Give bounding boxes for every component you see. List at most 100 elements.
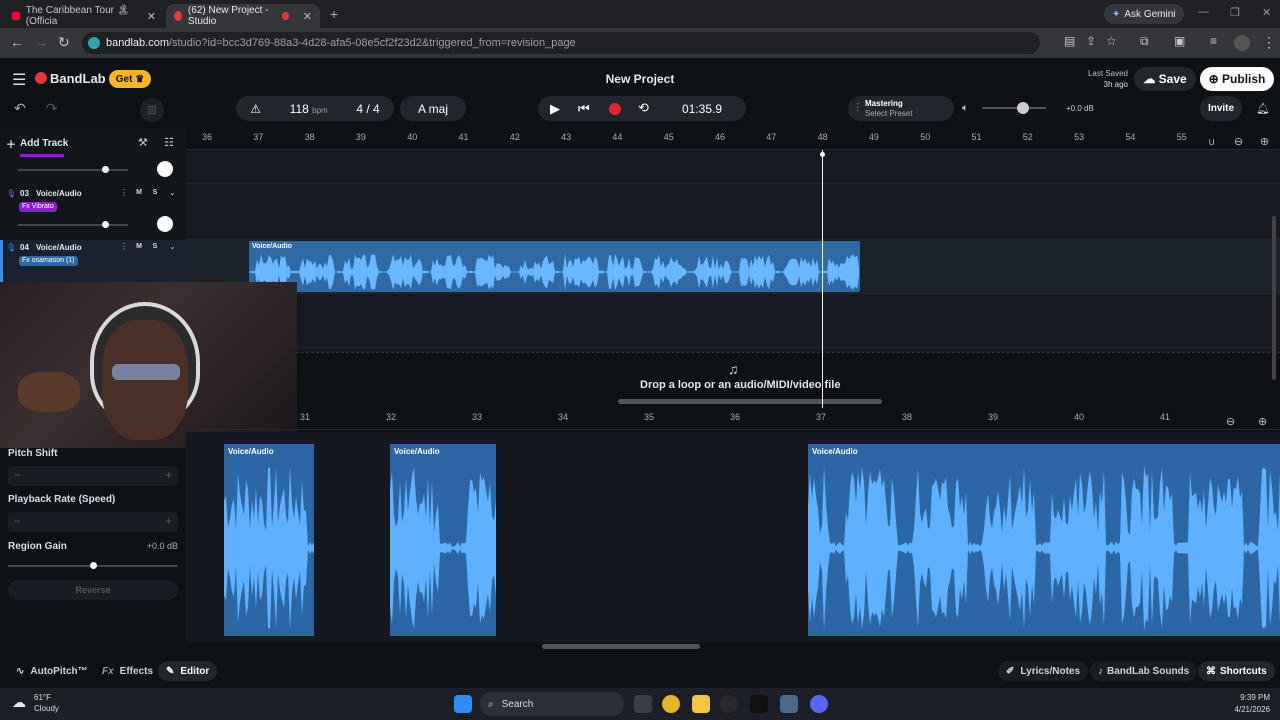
reverse-button[interactable]: Reverse [8, 580, 178, 600]
minimize-icon[interactable]: — [1198, 6, 1209, 18]
fx-tag[interactable]: Fx osamason (1) [19, 256, 78, 266]
menu-icon[interactable]: ⋮ [1262, 34, 1276, 51]
bandlab-sounds-button[interactable]: ♪ BandLab Sounds [1090, 661, 1198, 681]
bell-icon[interactable]: 🔔︎ [1256, 102, 1270, 115]
mastering-chip[interactable]: ⫶ Mastering Select Preset [848, 96, 954, 121]
playback-rate-stepper[interactable]: − + [8, 512, 178, 532]
discord-icon[interactable] [810, 695, 828, 713]
track-name[interactable]: Voice/Audio [36, 243, 82, 252]
track-lane[interactable] [186, 150, 1280, 184]
url-field[interactable]: bandlab.com/studio?id=bcc3d769-88a3-4d28… [82, 32, 1040, 54]
zoom-out-icon[interactable]: ⊖ [1234, 135, 1243, 148]
editor-scrollbar[interactable] [542, 644, 700, 649]
ask-gemini-button[interactable]: ✦ Ask Gemini [1104, 4, 1184, 24]
bookmark-star-icon[interactable]: ☆ [1106, 34, 1117, 48]
arrangement-area[interactable]: Voice/Audio ♫ Drop a loop or an audio/MI… [186, 150, 1280, 408]
back-icon[interactable]: ← [10, 34, 24, 50]
pan-knob[interactable] [157, 161, 173, 177]
invite-button[interactable]: Invite [1200, 96, 1242, 121]
region-gain-thumb[interactable] [90, 562, 97, 569]
shortcuts-button[interactable]: ⌘ Shortcuts [1198, 661, 1275, 681]
drop-zone[interactable]: ♫ Drop a loop or an audio/MIDI/video fil… [186, 352, 1280, 408]
taskbar-search[interactable]: ⌕ Search [480, 692, 624, 716]
pan-knob[interactable] [157, 216, 173, 232]
app-icon[interactable] [720, 695, 738, 713]
share-icon[interactable]: ⇪ [1086, 34, 1096, 48]
track-lane[interactable] [186, 184, 1280, 240]
undo-icon[interactable]: ↶ [14, 100, 26, 117]
track-name[interactable]: Voice/Audio [36, 189, 82, 198]
master-volume-slider[interactable] [982, 107, 1046, 109]
solo-button[interactable]: S [149, 241, 161, 253]
chrome-icon[interactable] [662, 695, 680, 713]
pitch-shift-stepper[interactable]: − + [8, 466, 178, 486]
chevron-down-icon[interactable]: ⌄ [169, 242, 176, 251]
volume-slider[interactable] [18, 224, 128, 226]
editor-tab[interactable]: ✎ Editor [158, 661, 218, 681]
key-chip[interactable]: A maj [400, 96, 466, 121]
close-icon[interactable]: ✕ [147, 10, 156, 23]
more-icon[interactable]: ⋮ [120, 188, 128, 197]
maximize-icon[interactable]: ❐ [1230, 6, 1240, 19]
piano-icon[interactable]: ▥ [140, 98, 164, 122]
save-button[interactable]: ☁ Save [1134, 67, 1196, 91]
increment-button[interactable]: + [165, 468, 172, 482]
browser-tab-active[interactable]: (62) New Project - Studio ✕ [166, 4, 320, 28]
effects-tab[interactable]: Fx Effects [94, 661, 161, 681]
reload-icon[interactable]: ↻ [58, 34, 70, 51]
editor-region[interactable]: Voice/Audio [390, 444, 496, 636]
timeline-ruler[interactable]: 36 37 38 39 40 41 42 43 44 45 46 47 48 49 50 51 52 53 54 55 [186, 128, 1280, 150]
settings-icon[interactable] [780, 695, 798, 713]
volume-icon[interactable]: 🔈︎ [962, 102, 969, 115]
track-header[interactable]: 🎙︎ 03 Voice/Audio ⋮ M S ⌄ Fx Vibrato [0, 186, 186, 240]
loop-icon[interactable]: ⟲ [638, 100, 649, 116]
editor-region[interactable]: Voice/Audio [808, 444, 1280, 636]
volume-knob[interactable] [1017, 102, 1029, 114]
region-editor[interactable]: Voice/Audio Voice/Audio Voice/Audio [186, 432, 1280, 649]
mute-button[interactable]: M [133, 187, 145, 199]
close-window-icon[interactable]: ✕ [1262, 6, 1271, 19]
reader-icon[interactable]: ▤ [1064, 34, 1075, 48]
wrench-icon[interactable]: ⚒ [138, 136, 148, 149]
bpm-value[interactable]: 118 [290, 102, 309, 116]
site-info-icon[interactable] [88, 37, 100, 49]
record-icon[interactable] [609, 103, 621, 115]
file-explorer-icon[interactable] [692, 695, 710, 713]
media-icon[interactable]: ▣ [1174, 34, 1185, 48]
time-signature[interactable]: 4 / 4 [356, 102, 379, 116]
forward-icon[interactable]: → [34, 34, 48, 50]
tiktok-icon[interactable] [750, 695, 768, 713]
redo-icon[interactable]: ↷ [46, 100, 58, 117]
playhead[interactable] [822, 150, 823, 408]
publish-button[interactable]: ⊕ Publish [1200, 67, 1274, 91]
new-tab-icon[interactable]: + [330, 6, 338, 22]
extensions-icon[interactable]: ⧉ [1140, 34, 1149, 49]
browser-tab[interactable]: The Caribbean Tour 🏝 (Officia ✕ [4, 4, 164, 28]
fx-tag[interactable]: Fx Vibrato [19, 202, 57, 212]
increment-button[interactable]: + [165, 514, 172, 528]
add-track-button[interactable]: ＋ Add Track [6, 134, 68, 152]
editor-zoom-in-icon[interactable]: ⊕ [1258, 415, 1267, 428]
decrement-button[interactable]: − [14, 514, 21, 528]
task-view-icon[interactable] [634, 695, 652, 713]
volume-slider-thumb[interactable] [102, 221, 109, 228]
vertical-scrollbar[interactable] [1272, 216, 1276, 380]
profile-avatar[interactable] [1234, 35, 1250, 51]
track-lane[interactable]: Voice/Audio [186, 240, 1280, 294]
solo-button[interactable]: S [149, 187, 161, 199]
playlist-icon[interactable]: ≡ [1210, 34, 1217, 48]
tempo-chip[interactable]: ⚠ 118 bpm 4 / 4 [236, 96, 394, 121]
editor-zoom-out-icon[interactable]: ⊖ [1226, 415, 1235, 428]
volume-slider[interactable] [18, 169, 128, 171]
mute-button[interactable]: M [133, 241, 145, 253]
audio-region[interactable]: Voice/Audio [249, 241, 860, 292]
play-icon[interactable]: ▶ [550, 101, 560, 117]
playhead-handle[interactable] [820, 152, 825, 157]
magnet-icon[interactable]: ∪ [1208, 137, 1215, 148]
volume-slider-thumb[interactable] [102, 166, 109, 173]
track-lane[interactable] [186, 294, 1280, 348]
close-icon[interactable]: ✕ [303, 10, 312, 23]
editor-ruler[interactable]: 31 32 33 34 35 36 37 38 39 40 41 [186, 408, 1280, 430]
weather-icon[interactable]: ☁ [12, 694, 26, 711]
more-icon[interactable]: ⋮ [120, 242, 128, 251]
